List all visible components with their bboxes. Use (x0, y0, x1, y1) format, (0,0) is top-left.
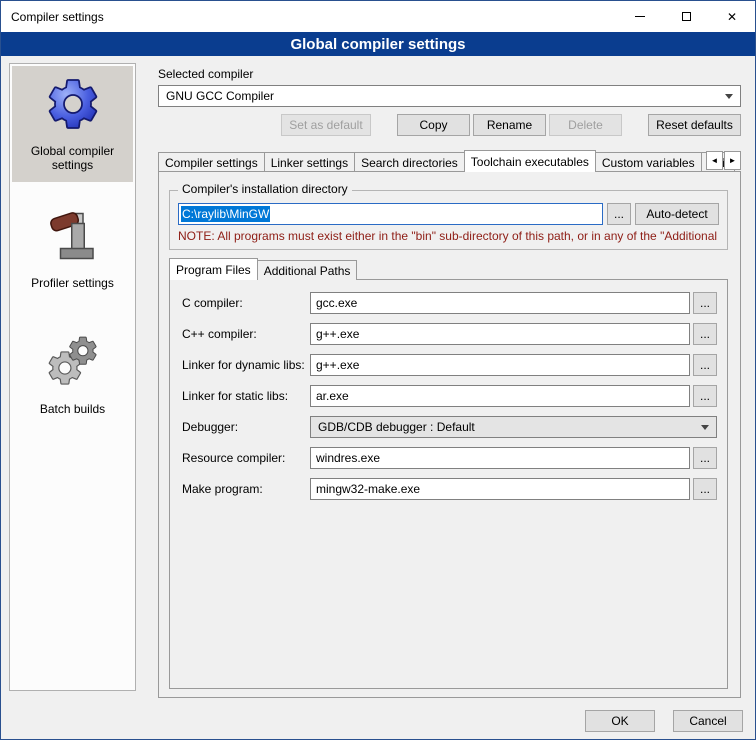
delete-button[interactable]: Delete (549, 114, 622, 136)
sidebar-item-batch-builds[interactable]: Batch builds (12, 324, 133, 426)
install-dir-note: NOTE: All programs must exist either in … (178, 229, 727, 243)
field-label: C compiler: (182, 296, 310, 310)
selected-compiler-label: Selected compiler (158, 67, 253, 81)
close-icon: ✕ (727, 10, 737, 24)
set-as-default-button[interactable]: Set as default (281, 114, 371, 136)
window-controls: ✕ (617, 1, 755, 32)
sidebar-item-label: Profiler settings (31, 276, 114, 290)
linker-dynamic-browse-button[interactable]: ... (693, 354, 717, 376)
reset-defaults-button[interactable]: Reset defaults (648, 114, 741, 136)
linker-static-browse-button[interactable]: ... (693, 385, 717, 407)
gear-blue-icon (43, 74, 103, 134)
linker-static-input[interactable] (310, 385, 690, 407)
main-panel: Selected compiler GNU GCC Compiler Set a… (146, 56, 749, 701)
toolchain-tab-panel: Compiler's installation directory C:\ray… (158, 171, 741, 698)
debugger-combobox-value: GDB/CDB debugger : Default (318, 420, 695, 434)
batch-builds-gears-icon (43, 332, 103, 392)
minimize-icon (635, 16, 645, 17)
profiler-tool-icon (43, 206, 103, 266)
resource-compiler-input[interactable] (310, 447, 690, 469)
field-row-cpp-compiler: C++ compiler: ... (182, 323, 717, 345)
resource-compiler-browse-button[interactable]: ... (693, 447, 717, 469)
install-dir-groupbox: Compiler's installation directory C:\ray… (169, 190, 728, 250)
make-program-input[interactable] (310, 478, 690, 500)
field-row-debugger: Debugger: GDB/CDB debugger : Default (182, 416, 717, 438)
program-files-panel: C compiler: ... C++ compiler: ... Linker… (169, 279, 728, 689)
compiler-buttons-row: Set as default Copy Rename Delete Reset … (158, 114, 741, 136)
debugger-combobox[interactable]: GDB/CDB debugger : Default (310, 416, 717, 438)
titlebar[interactable]: Compiler settings ✕ (1, 1, 755, 32)
install-dir-group-title: Compiler's installation directory (178, 182, 352, 196)
c-compiler-input[interactable] (310, 292, 690, 314)
field-row-make-program: Make program: ... (182, 478, 717, 500)
sidebar: Global compiler settings Profiler settin… (9, 63, 136, 691)
field-label: Linker for dynamic libs: (182, 358, 310, 372)
copy-button[interactable]: Copy (397, 114, 470, 136)
maximize-button[interactable] (663, 1, 709, 32)
sidebar-item-label: Global compiler settings (15, 144, 130, 172)
sidebar-item-global-compiler-settings[interactable]: Global compiler settings (12, 66, 133, 182)
linker-dynamic-input[interactable] (310, 354, 690, 376)
minimize-button[interactable] (617, 1, 663, 32)
sidebar-item-label: Batch builds (40, 402, 105, 416)
field-row-resource-compiler: Resource compiler: ... (182, 447, 717, 469)
tab-linker-settings[interactable]: Linker settings (264, 152, 355, 172)
chevron-down-icon (701, 425, 709, 430)
field-row-linker-static: Linker for static libs: ... (182, 385, 717, 407)
field-label: Linker for static libs: (182, 389, 310, 403)
tab-scroll-buttons: ◄ ► (705, 151, 741, 170)
field-row-c-compiler: C compiler: ... (182, 292, 717, 314)
dialog-header-title: Global compiler settings (290, 36, 465, 53)
cancel-button[interactable]: Cancel (673, 710, 743, 732)
tab-search-directories[interactable]: Search directories (354, 152, 465, 172)
install-dir-input[interactable]: C:\raylib\MinGW (178, 203, 603, 225)
maximize-icon (682, 12, 691, 21)
install-dir-row: C:\raylib\MinGW ... Auto-detect (178, 203, 719, 225)
field-label: Debugger: (182, 420, 310, 434)
dialog-header: Global compiler settings (1, 32, 755, 56)
subtab-additional-paths[interactable]: Additional Paths (257, 260, 358, 280)
tab-scroll-right-button[interactable]: ► (724, 151, 741, 170)
compiler-combobox-value: GNU GCC Compiler (166, 89, 719, 103)
window-title: Compiler settings (1, 10, 104, 24)
tab-compiler-settings[interactable]: Compiler settings (158, 152, 265, 172)
program-files-subtab-strip: Program Files Additional Paths (169, 258, 357, 280)
tab-toolchain-executables[interactable]: Toolchain executables (464, 150, 596, 172)
close-button[interactable]: ✕ (709, 1, 755, 32)
tab-custom-variables[interactable]: Custom variables (595, 152, 702, 172)
ok-button[interactable]: OK (585, 710, 655, 732)
install-dir-browse-button[interactable]: ... (607, 203, 631, 225)
field-label: Make program: (182, 482, 310, 496)
field-row-linker-dynamic: Linker for dynamic libs: ... (182, 354, 717, 376)
cpp-compiler-input[interactable] (310, 323, 690, 345)
compiler-combobox[interactable]: GNU GCC Compiler (158, 85, 741, 107)
field-label: Resource compiler: (182, 451, 310, 465)
make-program-browse-button[interactable]: ... (693, 478, 717, 500)
cpp-compiler-browse-button[interactable]: ... (693, 323, 717, 345)
field-label: C++ compiler: (182, 327, 310, 341)
subtab-program-files[interactable]: Program Files (169, 258, 258, 280)
compiler-settings-window: Compiler settings ✕ Global compiler sett… (0, 0, 756, 740)
tab-scroll-left-button[interactable]: ◄ (706, 151, 723, 170)
settings-tab-strip: Compiler settings Linker settings Search… (158, 150, 741, 172)
rename-button[interactable]: Rename (473, 114, 546, 136)
chevron-down-icon (725, 94, 733, 99)
sidebar-item-profiler-settings[interactable]: Profiler settings (12, 198, 133, 300)
autodetect-button[interactable]: Auto-detect (635, 203, 719, 225)
c-compiler-browse-button[interactable]: ... (693, 292, 717, 314)
install-dir-selected-text: C:\raylib\MinGW (181, 206, 270, 222)
